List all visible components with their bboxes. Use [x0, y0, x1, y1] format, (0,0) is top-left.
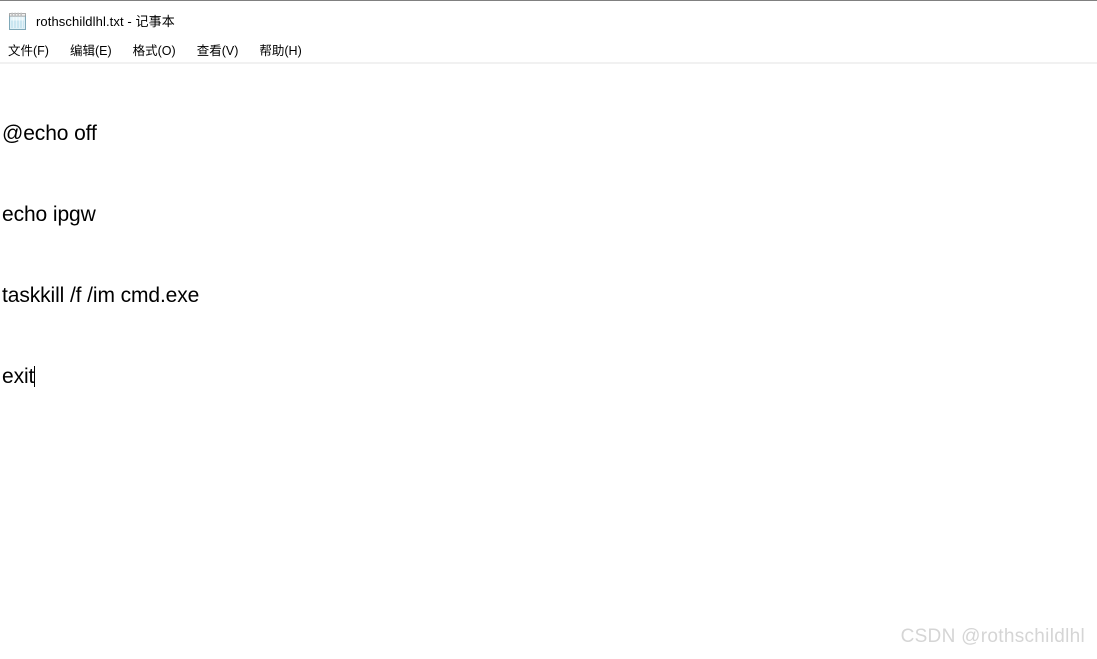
text-line: taskkill /f /im cmd.exe	[2, 284, 200, 307]
text-line-with-caret: exit	[2, 363, 199, 390]
title-bar: rothschildlhl.txt - 记事本	[0, 2, 1097, 39]
notepad-window: rothschildlhl.txt - 记事本 文件(F) 编辑(E) 格式(O…	[0, 0, 1097, 659]
text-line: echo ipgw	[2, 203, 96, 226]
menu-item-help[interactable]: 帮助(H)	[257, 41, 303, 61]
menu-bar: 文件(F) 编辑(E) 格式(O) 查看(V) 帮助(H)	[0, 39, 1097, 62]
text-editor-area[interactable]: @echo off echo ipgw taskkill /f /im cmd.…	[0, 64, 1097, 659]
window-title: rothschildlhl.txt - 记事本	[36, 14, 175, 29]
menu-item-file[interactable]: 文件(F)	[6, 41, 51, 61]
text-content: @echo off echo ipgw taskkill /f /im cmd.…	[2, 66, 199, 444]
menu-item-edit[interactable]: 编辑(E)	[68, 41, 114, 61]
notepad-icon	[8, 12, 27, 31]
text-caret	[34, 366, 36, 387]
text-line: exit	[2, 365, 35, 388]
text-line: @echo off	[2, 122, 97, 145]
menu-item-format[interactable]: 格式(O)	[131, 41, 178, 61]
csdn-watermark: CSDN @rothschildlhl	[900, 626, 1085, 647]
menu-item-view[interactable]: 查看(V)	[195, 41, 241, 61]
